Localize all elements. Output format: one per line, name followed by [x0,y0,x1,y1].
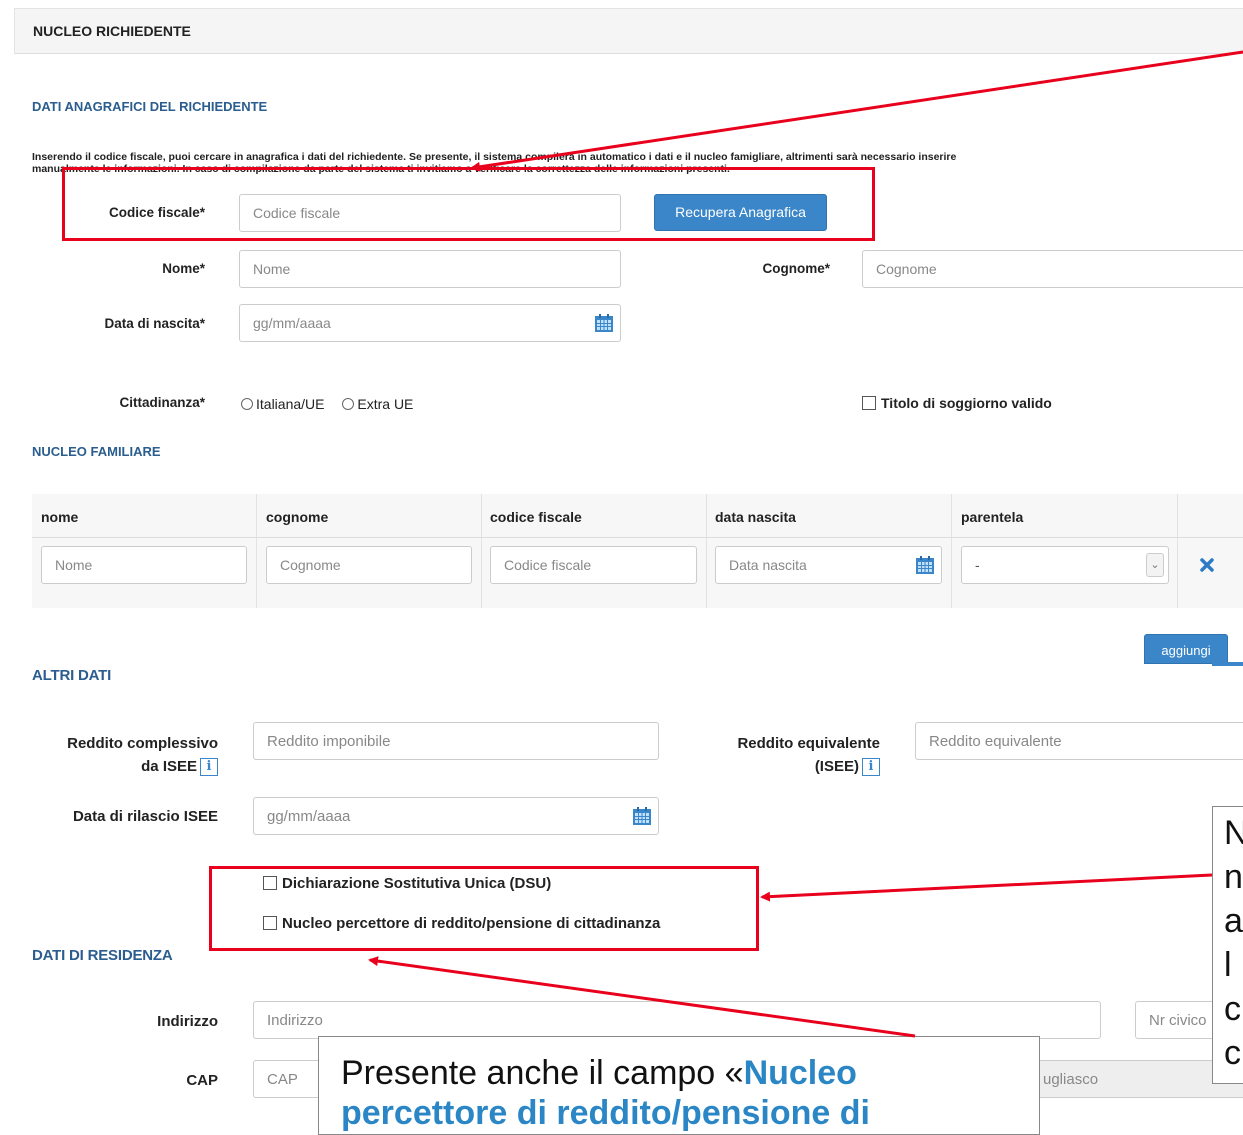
annotation-arrows [368,50,1243,1038]
arrow-to-checkboxes [760,873,1213,902]
arrow-to-residence [368,956,916,1038]
arrow-to-cf [470,50,1243,172]
